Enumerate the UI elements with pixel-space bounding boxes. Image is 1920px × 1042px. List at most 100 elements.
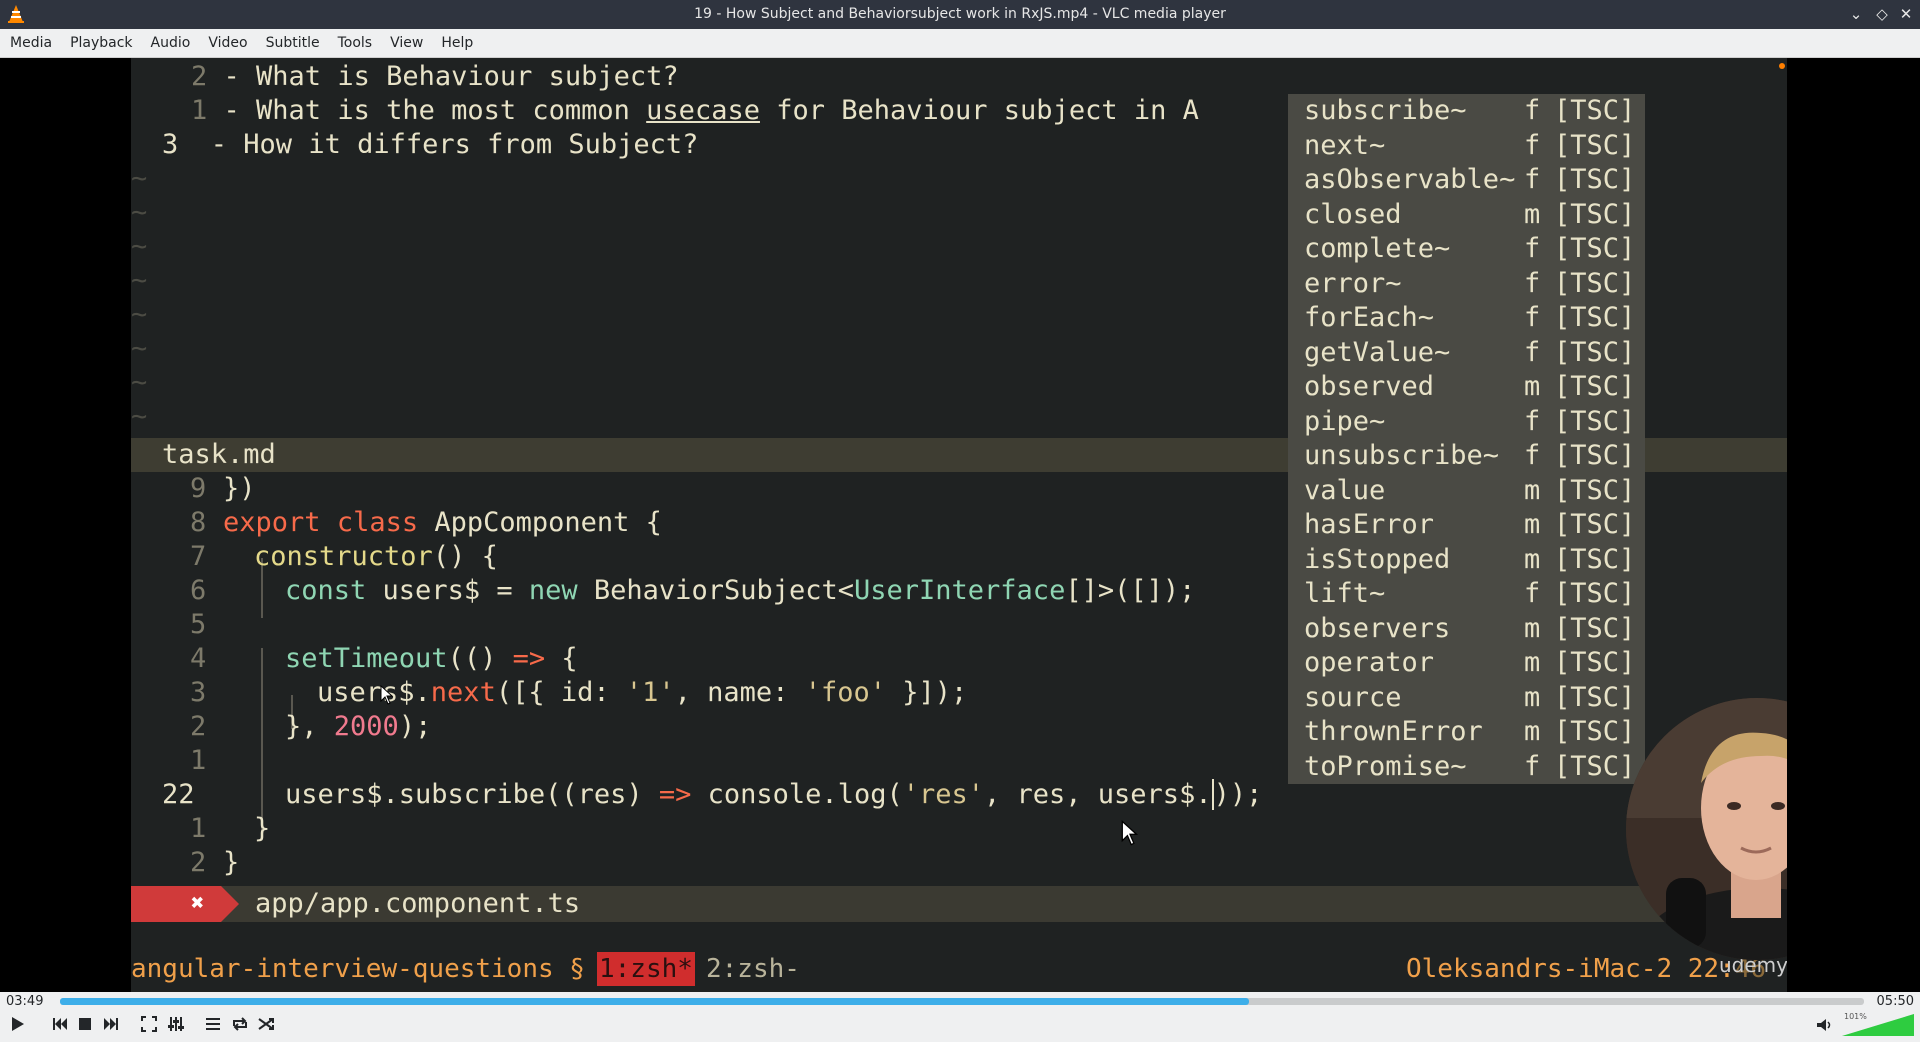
line-number: 1 <box>190 813 207 844</box>
menu-video[interactable]: Video <box>199 29 256 58</box>
code-line-10: users$.subscribe((res) => console.log('r… <box>285 779 1263 810</box>
line-number: 4 <box>190 643 207 674</box>
menu-media[interactable]: Media <box>0 29 61 58</box>
tmux-session: angular-interview-questions § <box>131 954 585 984</box>
error-segment <box>131 886 221 922</box>
code-line-3: constructor() { <box>254 541 498 572</box>
editor-statusline: ✖ app/app.component.ts t] <box>131 886 1787 922</box>
completion-item[interactable]: observed m [TSC] <box>1288 370 1645 405</box>
previous-button[interactable] <box>49 1013 71 1035</box>
error-icon: ✖ <box>191 891 205 916</box>
close-button[interactable]: ✕ <box>1896 4 1916 24</box>
split-filename: task.md <box>162 439 276 470</box>
line-number: 2 <box>190 711 207 742</box>
completion-popup: subscribe~ f [TSC] next~ f [TSC] asObservabl… <box>1288 94 1645 784</box>
empty-line-tilde: ~ <box>131 231 148 262</box>
completion-item[interactable]: isStopped m [TSC] <box>1288 543 1645 578</box>
play-button[interactable] <box>6 1013 28 1035</box>
code-line-11: } <box>254 813 271 844</box>
completion-item[interactable]: error~ f [TSC] <box>1288 267 1645 302</box>
completion-item[interactable]: operator m [TSC] <box>1288 646 1645 681</box>
menu-view[interactable]: View <box>381 29 432 58</box>
seek-bar-progress <box>60 998 1249 1005</box>
empty-line-tilde: ~ <box>131 333 148 364</box>
menu-tools[interactable]: Tools <box>329 29 382 58</box>
mouse-pointer-icon <box>380 685 394 705</box>
window-titlebar: 19 - How Subject and Behaviorsubject wor… <box>0 0 1920 29</box>
fullscreen-button[interactable] <box>138 1013 160 1035</box>
line-number: 2 <box>190 847 207 878</box>
volume-slider[interactable] <box>1842 1014 1914 1036</box>
completion-item[interactable]: observers m [TSC] <box>1288 612 1645 647</box>
maximize-button[interactable]: ◇ <box>1872 4 1892 24</box>
code-line-2: export class AppComponent { <box>223 507 662 538</box>
statusline-filename: app/app.component.ts <box>255 888 581 919</box>
player-controls: 03:49 05:50 101% <box>0 992 1920 1042</box>
mouse-pointer-icon <box>1121 820 1139 846</box>
recording-dot <box>1779 63 1785 69</box>
elapsed-time: 03:49 <box>6 994 44 1009</box>
menu-playback[interactable]: Playback <box>61 29 141 58</box>
code-line-8: }, 2000); <box>285 711 432 742</box>
menu-bar: Media Playback Audio Video Subtitle Tools View… <box>0 29 1920 58</box>
completion-item[interactable]: getValue~ f [TSC] <box>1288 336 1645 371</box>
loop-button[interactable] <box>229 1013 251 1035</box>
top-line-2: 1 - What is the most common usecase for … <box>191 95 1199 126</box>
empty-line-tilde: ~ <box>131 299 148 330</box>
total-time: 05:50 <box>1876 994 1914 1009</box>
completion-item[interactable]: hasError m [TSC] <box>1288 508 1645 543</box>
stop-button[interactable] <box>74 1013 96 1035</box>
line-number: 8 <box>190 507 207 538</box>
next-button[interactable] <box>100 1013 122 1035</box>
line-number: 6 <box>190 575 207 606</box>
completion-item[interactable]: complete~ f [TSC] <box>1288 232 1645 267</box>
powerline-arrow <box>221 886 239 922</box>
top-line-1: 2 - What is Behaviour subject? <box>191 61 679 92</box>
line-number: 1 <box>190 745 207 776</box>
tmux-host-clock: Oleksandrs-iMac-2 22:46 <box>1406 954 1767 984</box>
empty-line-tilde: ~ <box>131 265 148 296</box>
empty-line-tilde: ~ <box>131 197 148 228</box>
volume-speaker-icon[interactable] <box>1814 1015 1834 1035</box>
video-frame: 2 - What is Behaviour subject? 1 - What … <box>131 58 1787 992</box>
empty-line-tilde: ~ <box>131 401 148 432</box>
line-number: 9 <box>190 473 207 504</box>
minimize-button[interactable]: ⌄ <box>1846 4 1866 24</box>
code-line-12: } <box>223 847 240 878</box>
code-line-6: setTimeout(() => { <box>285 643 578 674</box>
current-line-number: 22 <box>162 779 195 810</box>
completion-item[interactable]: toPromise~ f [TSC] <box>1288 750 1645 785</box>
code-line-1: }) <box>223 473 256 504</box>
shuffle-button[interactable] <box>255 1013 277 1035</box>
code-line-4: const users$ = new BehaviorSubject<UserI… <box>285 575 1196 606</box>
window-title: 19 - How Subject and Behaviorsubject wor… <box>694 6 1226 22</box>
tmux-window[interactable]: 2:zsh- <box>706 952 800 986</box>
line-number: 7 <box>190 541 207 572</box>
completion-item[interactable]: subscribe~ f [TSC] <box>1288 94 1645 129</box>
tmux-window-active[interactable]: 1:zsh* <box>597 952 695 986</box>
completion-item[interactable]: next~ f [TSC] <box>1288 129 1645 164</box>
completion-item[interactable]: asObservable~ f [TSC] <box>1288 163 1645 198</box>
code-line-7: users$.next([{ id: '1', name: 'foo' }]); <box>317 677 968 708</box>
video-area[interactable]: 2 - What is Behaviour subject? 1 - What … <box>0 58 1920 992</box>
completion-item[interactable]: source m [TSC] <box>1288 681 1645 716</box>
menu-audio[interactable]: Audio <box>142 29 200 58</box>
completion-item[interactable]: unsubscribe~ f [TSC] <box>1288 439 1645 474</box>
menu-subtitle[interactable]: Subtitle <box>257 29 329 58</box>
tmux-statusbar: angular-interview-questions § 1:zsh* 2:z… <box>131 948 1787 988</box>
completion-item[interactable]: closed m [TSC] <box>1288 198 1645 233</box>
completion-item[interactable]: lift~ f [TSC] <box>1288 577 1645 612</box>
playlist-button[interactable] <box>202 1013 224 1035</box>
empty-line-tilde: ~ <box>131 367 148 398</box>
line-number: 3 <box>190 677 207 708</box>
indent-guide <box>261 648 263 838</box>
extended-settings-button[interactable] <box>165 1013 187 1035</box>
text-cursor: ) <box>1211 779 1230 810</box>
completion-item[interactable]: pipe~ f [TSC] <box>1288 405 1645 440</box>
completion-item[interactable]: thrownError m [TSC] <box>1288 715 1645 750</box>
completion-item[interactable]: value m [TSC] <box>1288 474 1645 509</box>
menu-help[interactable]: Help <box>432 29 482 58</box>
completion-item[interactable]: forEach~ f [TSC] <box>1288 301 1645 336</box>
seek-bar[interactable] <box>60 998 1864 1005</box>
empty-line-tilde: ~ <box>131 163 148 194</box>
